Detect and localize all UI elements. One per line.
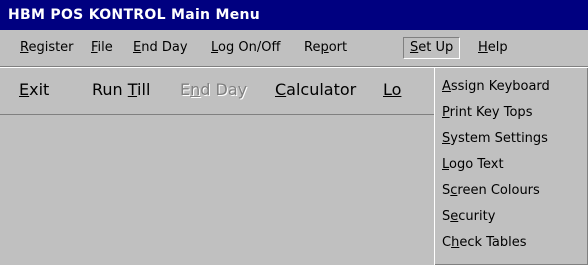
- menu-report-key: p: [320, 40, 329, 55]
- tool-run-till-post: ill: [137, 80, 151, 99]
- menu-report-pre: Re: [304, 40, 321, 55]
- setup-assign-keyboard-post: ssign Keyboard: [450, 79, 550, 94]
- tool-calculator[interactable]: Calculator: [275, 80, 356, 100]
- menu-register-post: egister: [28, 40, 74, 55]
- menu-end-day-post: nd Day: [141, 40, 188, 55]
- tool-exit-key: E: [19, 80, 30, 99]
- menu-end-day[interactable]: End Day: [127, 37, 194, 59]
- setup-logo-text-key: L: [442, 157, 450, 172]
- setup-system-settings[interactable]: System Settings: [435, 128, 587, 150]
- setup-security[interactable]: Security: [435, 206, 587, 228]
- setup-screen-colours-post: reen Colours: [457, 183, 540, 198]
- tool-end-day-key: n: [190, 80, 201, 99]
- setup-screen-colours[interactable]: Screen Colours: [435, 180, 587, 202]
- setup-print-key-tops-key: P: [442, 105, 450, 120]
- setup-system-settings-post: ystem Settings: [450, 131, 548, 146]
- tool-end-day-pre: E: [180, 80, 191, 99]
- tool-calculator-post: alculator: [286, 80, 357, 99]
- setup-dropdown-menu: Assign Keyboard Print Key Tops System Se…: [434, 67, 588, 265]
- tool-log-on-key: Lo: [383, 80, 402, 99]
- setup-print-key-tops-post: rint Key Tops: [449, 105, 533, 120]
- setup-check-tables[interactable]: Check Tables: [435, 232, 587, 254]
- tool-exit[interactable]: Exit: [19, 80, 49, 100]
- menu-help-post: elp: [487, 40, 508, 55]
- menu-file[interactable]: File: [85, 37, 119, 59]
- menu-register[interactable]: Register: [14, 37, 80, 59]
- main-window: HBM POS KONTROL Main Menu Register File …: [0, 0, 588, 265]
- tool-end-day[interactable]: End Day: [180, 80, 247, 100]
- menu-set-up-post: et Up: [418, 40, 454, 55]
- tool-exit-post: xit: [29, 80, 50, 99]
- setup-print-key-tops[interactable]: Print Key Tops: [435, 102, 587, 124]
- setup-check-tables-post: eck Tables: [459, 235, 527, 250]
- menu-end-day-key: E: [133, 40, 142, 55]
- menu-log-on-off-post: og On/Off: [218, 40, 281, 55]
- setup-logo-text[interactable]: Logo Text: [435, 154, 587, 176]
- menu-log-on-off[interactable]: Log On/Off: [205, 37, 286, 59]
- menu-help[interactable]: Help: [472, 37, 514, 59]
- menu-report-post: ort: [328, 40, 348, 55]
- menu-help-key: H: [478, 40, 488, 55]
- tool-run-till-key: T: [127, 80, 138, 99]
- setup-check-tables-pre: C: [442, 235, 452, 250]
- window-title: HBM POS KONTROL Main Menu: [0, 0, 588, 30]
- tool-calculator-key: C: [275, 80, 287, 99]
- tool-end-day-post: d Day: [200, 80, 248, 99]
- menu-file-post: ile: [97, 40, 113, 55]
- menu-set-up[interactable]: Set Up: [403, 37, 461, 59]
- menu-log-on-off-key: L: [211, 40, 219, 55]
- tool-log-on[interactable]: Lo: [383, 80, 401, 100]
- setup-assign-keyboard-key: A: [442, 79, 451, 94]
- setup-security-post: curity: [458, 209, 496, 224]
- tool-run-till[interactable]: Run Till: [92, 80, 150, 100]
- setup-assign-keyboard[interactable]: Assign Keyboard: [435, 76, 587, 98]
- menu-report[interactable]: Report: [298, 37, 353, 59]
- menu-bar: Register File End Day Log On/Off Report …: [0, 30, 588, 67]
- setup-logo-text-post: ogo Text: [449, 157, 504, 172]
- tool-run-till-pre: Run: [92, 80, 128, 99]
